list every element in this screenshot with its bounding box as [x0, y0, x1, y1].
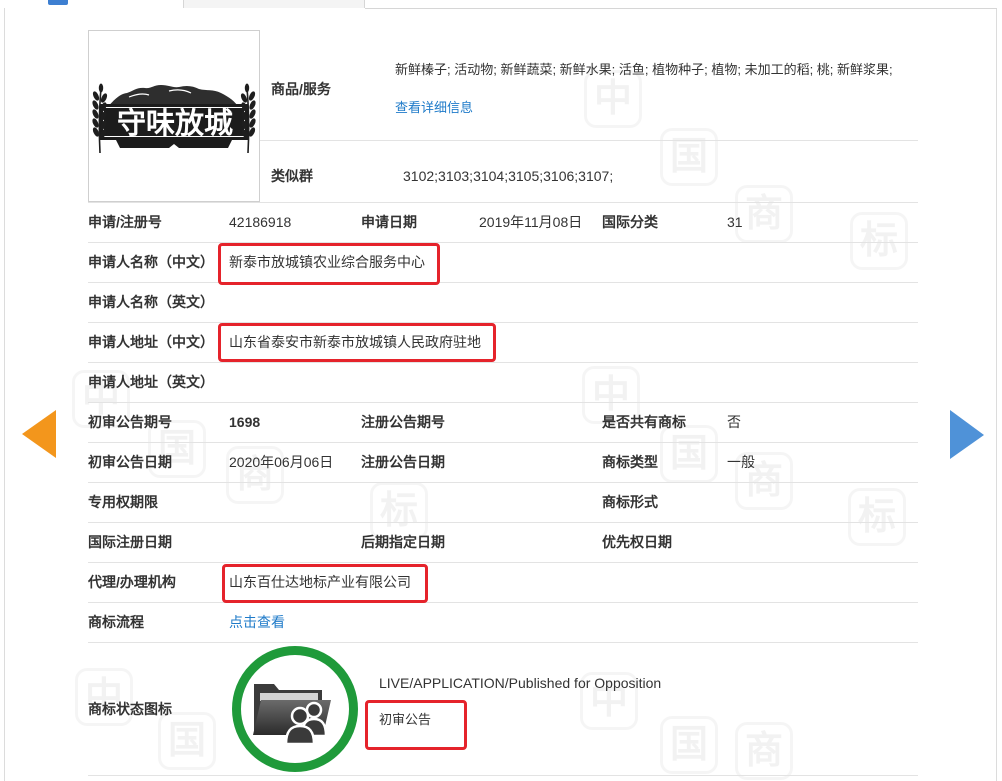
international-class-label: 国际分类	[602, 214, 658, 230]
registration-issue-label: 注册公告期号	[361, 414, 445, 430]
preliminary-issue-label: 初审公告期号	[88, 414, 172, 430]
highlight-box-applicant-name	[218, 243, 440, 285]
registration-date-label: 注册公告日期	[361, 454, 445, 470]
intl-registration-date-label: 国际注册日期	[88, 534, 172, 550]
next-arrow-icon[interactable]	[946, 408, 986, 460]
similar-group-label: 类似群	[271, 168, 313, 184]
preliminary-date-label: 初审公告日期	[88, 454, 172, 470]
row-preliminary-date: 初审公告日期 2020年06月06日 注册公告日期 商标类型 一般	[0, 442, 1002, 482]
row-applicant-name-cn: 申请人名称（中文） 新泰市放城镇农业综合服务中心	[0, 242, 1002, 282]
row-divider	[88, 775, 918, 776]
status-text-en: LIVE/APPLICATION/Published for Oppositio…	[379, 675, 662, 691]
mark-form-label: 商标形式	[602, 494, 658, 510]
applicant-address-en-label: 申请人地址（英文）	[88, 374, 214, 390]
mark-type-label: 商标类型	[602, 454, 658, 470]
trademark-logo: 守味放城	[92, 83, 256, 154]
row-registration-number: 申请/注册号 42186918 申请日期 2019年11月08日 国际分类 31	[0, 202, 1002, 242]
highlight-box-applicant-address	[218, 323, 496, 362]
row-applicant-address-en: 申请人地址（英文）	[0, 362, 1002, 402]
highlight-box-agent	[222, 564, 428, 603]
international-class-value: 31	[727, 214, 743, 230]
watermark-glyph: 商	[735, 722, 793, 780]
applicant-name-cn-label: 申请人名称（中文）	[88, 254, 214, 270]
watermark-glyph: 国	[660, 716, 718, 774]
registration-number-value: 42186918	[229, 214, 292, 230]
row-applicant-name-en: 申请人名称（英文）	[0, 282, 1002, 322]
priority-date-label: 优先权日期	[602, 534, 672, 550]
row-agent: 代理/办理机构 山东百仕达地标产业有限公司	[0, 562, 1002, 602]
row-process: 商标流程 点击查看	[0, 602, 1002, 642]
folder-users-icon	[230, 644, 360, 774]
subsequent-designation-label: 后期指定日期	[361, 534, 445, 550]
mark-type-value: 一般	[727, 454, 755, 470]
exclusive-period-label: 专用权期限	[88, 494, 158, 510]
shared-mark-value: 否	[727, 414, 741, 430]
tab-icon	[48, 0, 68, 5]
applicant-address-cn-label: 申请人地址（中文）	[88, 334, 214, 350]
goods-services-value: 新鲜榛子; 活动物; 新鲜蔬菜; 新鲜水果; 活鱼; 植物种子; 植物; 未加工…	[395, 51, 900, 127]
row-intl-registration-date: 国际注册日期 后期指定日期 优先权日期	[0, 522, 1002, 562]
tab-inactive[interactable]	[184, 0, 365, 8]
process-label: 商标流程	[88, 614, 144, 630]
preliminary-issue-value: 1698	[229, 414, 261, 430]
watermark-glyph: 国	[660, 128, 718, 186]
trademark-logo-text: 守味放城	[117, 106, 233, 140]
trademark-image: 守味放城	[88, 30, 260, 202]
row-exclusive-period: 专用权期限 商标形式	[0, 482, 1002, 522]
application-date-value: 2019年11月08日	[479, 214, 583, 230]
shared-mark-label: 是否共有商标	[602, 414, 686, 430]
goods-list: 新鲜榛子; 活动物; 新鲜蔬菜; 新鲜水果; 活鱼; 植物种子; 植物; 未加工…	[395, 62, 893, 77]
status-icon-label: 商标状态图标	[88, 701, 172, 717]
applicant-name-en-label: 申请人名称（英文）	[88, 294, 214, 310]
row-divider	[260, 140, 918, 141]
view-details-link[interactable]: 查看详细信息	[395, 100, 473, 115]
similar-group-value: 3102;3103;3104;3105;3106;3107;	[403, 168, 614, 184]
row-divider	[88, 642, 918, 643]
agent-label: 代理/办理机构	[88, 574, 176, 590]
prev-arrow-icon[interactable]	[20, 408, 58, 460]
goods-services-label: 商品/服务	[271, 81, 331, 97]
registration-number-label: 申请/注册号	[88, 214, 162, 230]
highlight-box-status	[365, 700, 467, 750]
row-preliminary-issue: 初审公告期号 1698 注册公告期号 是否共有商标 否	[0, 402, 1002, 442]
panel-border-top	[365, 8, 997, 9]
application-date-label: 申请日期	[361, 214, 417, 230]
tab-active[interactable]	[4, 0, 184, 8]
process-view-link[interactable]: 点击查看	[229, 602, 285, 642]
row-applicant-address-cn: 申请人地址（中文） 山东省泰安市新泰市放城镇人民政府驻地	[0, 322, 1002, 362]
watermark-glyph: 国	[158, 712, 216, 770]
preliminary-date-value: 2020年06月06日	[229, 454, 334, 470]
